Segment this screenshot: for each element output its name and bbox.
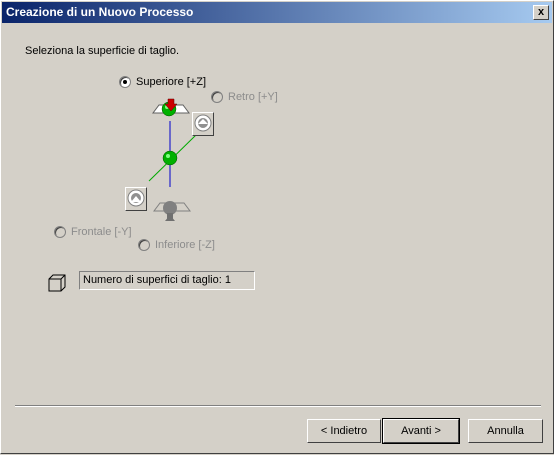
radio-retro[interactable]: Retro [+Y] [211, 91, 278, 103]
radio-circle [54, 226, 66, 238]
radio-circle [211, 91, 223, 103]
next-button[interactable]: Avanti > [382, 418, 460, 444]
close-button[interactable]: x [533, 5, 549, 20]
radio-inferiore[interactable]: Inferiore [-Z] [138, 239, 215, 251]
separator [15, 405, 541, 407]
radio-superiore-label: Superiore [+Z] [136, 76, 207, 88]
back-button[interactable]: < Indietro [307, 419, 381, 443]
title-bar: Creazione di un Nuovo Processo x [2, 2, 552, 23]
cut-surface-count: Numero di superfici di taglio: 1 [79, 271, 255, 290]
radio-inferiore-label: Inferiore [-Z] [155, 239, 215, 251]
dialog-window: Creazione di un Nuovo Processo x Selezio… [0, 0, 554, 454]
radio-dot [123, 80, 127, 84]
y-axis-line [148, 133, 198, 182]
radio-circle [119, 76, 131, 88]
radio-circle [138, 239, 150, 251]
radio-frontale[interactable]: Frontale [-Y] [54, 226, 132, 238]
center-sphere-icon [162, 150, 178, 166]
tool-view-icon [194, 114, 212, 132]
instruction-text: Seleziona la superficie di taglio. [25, 45, 180, 57]
bottom-plane-icon [153, 201, 191, 221]
top-plane-icon [152, 98, 190, 117]
radio-superiore[interactable]: Superiore [+Z] [119, 76, 206, 88]
window-title: Creazione di un Nuovo Processo [6, 5, 194, 19]
retro-view-button[interactable] [192, 112, 214, 136]
cube-icon [48, 274, 66, 292]
frontale-view-button[interactable] [125, 187, 147, 211]
radio-retro-label: Retro [+Y] [228, 91, 278, 103]
cancel-button[interactable]: Annulla [468, 419, 543, 443]
radio-frontale-label: Frontale [-Y] [71, 226, 132, 238]
tool-view-icon [127, 189, 145, 207]
